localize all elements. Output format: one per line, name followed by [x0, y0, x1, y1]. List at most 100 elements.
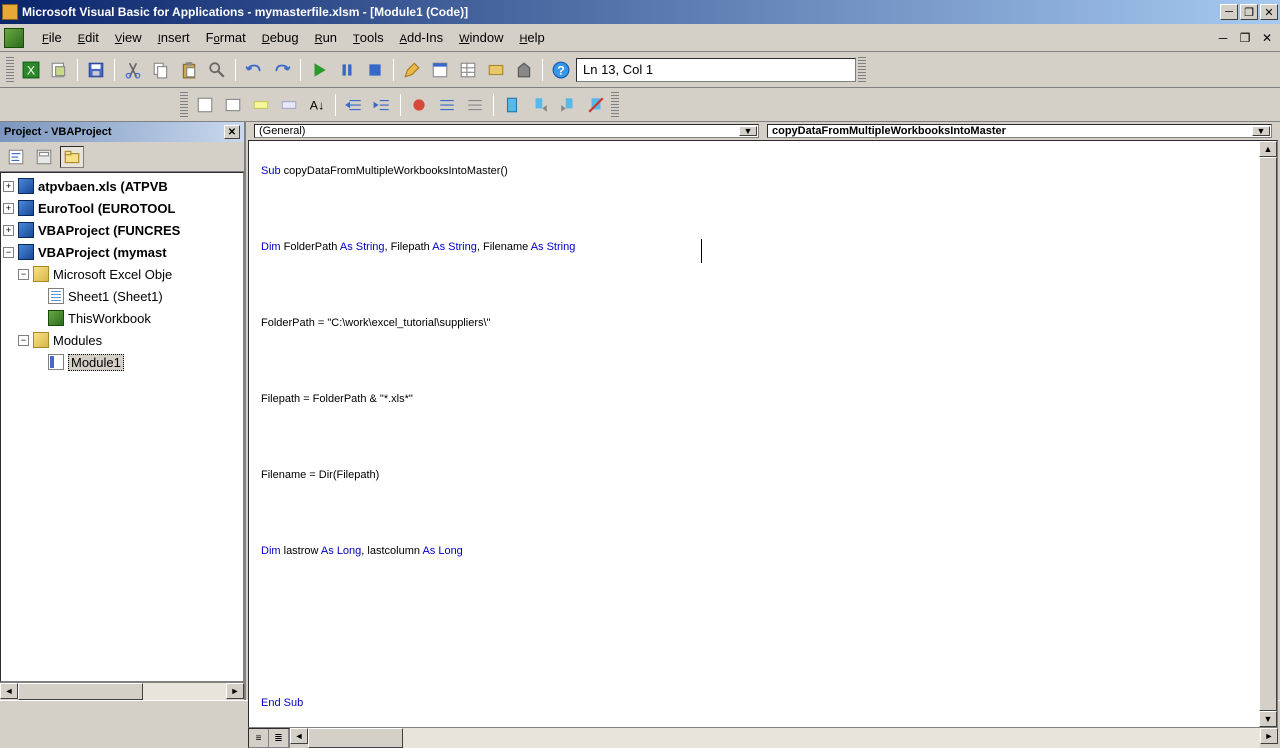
save-button[interactable] — [83, 57, 109, 83]
object-dropdown[interactable]: (General) ▼ — [254, 124, 759, 138]
scroll-left-button[interactable]: ◄ — [290, 728, 308, 744]
project-tree[interactable]: +atpvbaen.xls (ATPVB +EuroTool (EUROTOOL… — [0, 172, 244, 682]
redo-button[interactable] — [269, 57, 295, 83]
tree-item-thisworkbook[interactable]: ThisWorkbook — [3, 307, 241, 329]
view-excel-button[interactable]: X — [18, 57, 44, 83]
reset-button[interactable] — [362, 57, 388, 83]
code-content[interactable]: Sub copyDataFromMultipleWorkbooksIntoMas… — [249, 141, 1259, 727]
collapse-icon[interactable]: − — [18, 269, 29, 280]
design-mode-button[interactable] — [399, 57, 425, 83]
project-explorer-panel: Project - VBAProject ✕ +atpvbaen.xls (AT… — [0, 122, 246, 700]
toolbar2-overflow[interactable] — [611, 92, 619, 118]
view-code-button[interactable] — [4, 146, 28, 168]
dropdown-icon[interactable]: ▼ — [1252, 126, 1270, 136]
indent-button[interactable] — [341, 92, 367, 118]
app-icon — [2, 4, 18, 20]
clear-bookmarks-button[interactable] — [583, 92, 609, 118]
menu-view[interactable]: View — [107, 27, 150, 48]
prev-bookmark-button[interactable] — [555, 92, 581, 118]
code-vscrollbar[interactable]: ▲ ▼ — [1259, 141, 1277, 727]
quick-info-button[interactable] — [248, 92, 274, 118]
menu-help[interactable]: Help — [511, 27, 552, 48]
vba-project-icon — [18, 244, 34, 260]
titlebar-text: Microsoft Visual Basic for Applications … — [22, 5, 1220, 19]
expand-icon[interactable]: + — [3, 225, 14, 236]
tree-item-funcres[interactable]: +VBAProject (FUNCRES — [3, 219, 241, 241]
full-module-view-button[interactable]: ≣ — [269, 729, 289, 747]
menu-run[interactable]: Run — [307, 27, 345, 48]
tree-item-atpvbaen[interactable]: +atpvbaen.xls (ATPVB — [3, 175, 241, 197]
project-hscrollbar[interactable]: ◄ ► — [0, 682, 244, 700]
scroll-down-button[interactable]: ▼ — [1259, 711, 1277, 727]
copy-button[interactable] — [148, 57, 174, 83]
maximize-button[interactable]: ❐ — [1240, 4, 1258, 20]
tree-item-module1[interactable]: Module1 — [3, 351, 241, 373]
menubar: File Edit View Insert Format Debug Run T… — [0, 24, 1280, 52]
comment-block-button[interactable] — [434, 92, 460, 118]
mdi-close-button[interactable]: ✕ — [1258, 30, 1276, 46]
scroll-left-button[interactable]: ◄ — [0, 683, 18, 699]
menu-window[interactable]: Window — [451, 27, 511, 48]
procedure-view-button[interactable]: ≡ — [249, 729, 269, 747]
menu-debug[interactable]: Debug — [254, 27, 307, 48]
cut-button[interactable] — [120, 57, 146, 83]
toolbar2-handle[interactable] — [180, 92, 188, 118]
scroll-right-button[interactable]: ► — [1260, 728, 1278, 744]
tree-item-excel-objects[interactable]: −Microsoft Excel Obje — [3, 263, 241, 285]
break-button[interactable] — [334, 57, 360, 83]
tree-item-eurotool[interactable]: +EuroTool (EUROTOOL — [3, 197, 241, 219]
code-dropdowns: (General) ▼ copyDataFromMultipleWorkbook… — [246, 122, 1280, 140]
scroll-right-button[interactable]: ► — [226, 683, 244, 699]
project-panel-toolbar — [0, 142, 244, 172]
list-constants-button[interactable] — [220, 92, 246, 118]
expand-icon[interactable]: + — [3, 181, 14, 192]
bookmark-button[interactable] — [499, 92, 525, 118]
view-object-button[interactable] — [32, 146, 56, 168]
menu-tools[interactable]: Tools — [345, 27, 392, 48]
next-bookmark-button[interactable] — [527, 92, 553, 118]
collapse-icon[interactable]: − — [3, 247, 14, 258]
mdi-restore-button[interactable]: ❐ — [1236, 30, 1254, 46]
tree-item-mymaster[interactable]: −VBAProject (mymast — [3, 241, 241, 263]
project-explorer-button[interactable] — [427, 57, 453, 83]
toolbox-button[interactable] — [511, 57, 537, 83]
mdi-minimize-button[interactable]: ─ — [1214, 30, 1232, 46]
toggle-folders-button[interactable] — [60, 146, 84, 168]
insert-button[interactable] — [46, 57, 72, 83]
toolbar-handle[interactable] — [6, 57, 14, 83]
code-area: (General) ▼ copyDataFromMultipleWorkbook… — [246, 122, 1280, 700]
outdent-button[interactable] — [369, 92, 395, 118]
paste-button[interactable] — [176, 57, 202, 83]
menu-file[interactable]: File — [34, 27, 70, 48]
code-editor[interactable]: Sub copyDataFromMultipleWorkbooksIntoMas… — [248, 140, 1278, 728]
scroll-up-button[interactable]: ▲ — [1259, 141, 1277, 157]
dropdown-icon[interactable]: ▼ — [739, 126, 757, 136]
menu-insert[interactable]: Insert — [150, 27, 198, 48]
list-properties-button[interactable] — [192, 92, 218, 118]
complete-word-button[interactable]: A↓ — [304, 92, 330, 118]
close-button[interactable]: ✕ — [1260, 4, 1278, 20]
expand-icon[interactable]: + — [3, 203, 14, 214]
properties-button[interactable] — [455, 57, 481, 83]
object-browser-button[interactable] — [483, 57, 509, 83]
collapse-icon[interactable]: − — [18, 335, 29, 346]
uncomment-block-button[interactable] — [462, 92, 488, 118]
menu-format[interactable]: Format — [198, 27, 254, 48]
code-hscrollbar[interactable]: ◄ ► — [290, 728, 1278, 748]
menu-addins[interactable]: Add-Ins — [392, 27, 451, 48]
tree-item-sheet1[interactable]: Sheet1 (Sheet1) — [3, 285, 241, 307]
breakpoint-button[interactable] — [406, 92, 432, 118]
menu-edit[interactable]: Edit — [70, 27, 107, 48]
procedure-dropdown[interactable]: copyDataFromMultipleWorkbooksIntoMaster … — [767, 124, 1272, 138]
parameter-info-button[interactable] — [276, 92, 302, 118]
run-button[interactable] — [306, 57, 332, 83]
excel-icon[interactable] — [4, 28, 24, 48]
minimize-button[interactable]: ─ — [1220, 4, 1238, 20]
toolbar-overflow[interactable] — [858, 57, 866, 83]
undo-button[interactable] — [241, 57, 267, 83]
tree-item-modules[interactable]: −Modules — [3, 329, 241, 351]
vba-project-icon — [18, 222, 34, 238]
find-button[interactable] — [204, 57, 230, 83]
project-panel-close-button[interactable]: ✕ — [224, 125, 240, 139]
help-button[interactable]: ? — [548, 57, 574, 83]
